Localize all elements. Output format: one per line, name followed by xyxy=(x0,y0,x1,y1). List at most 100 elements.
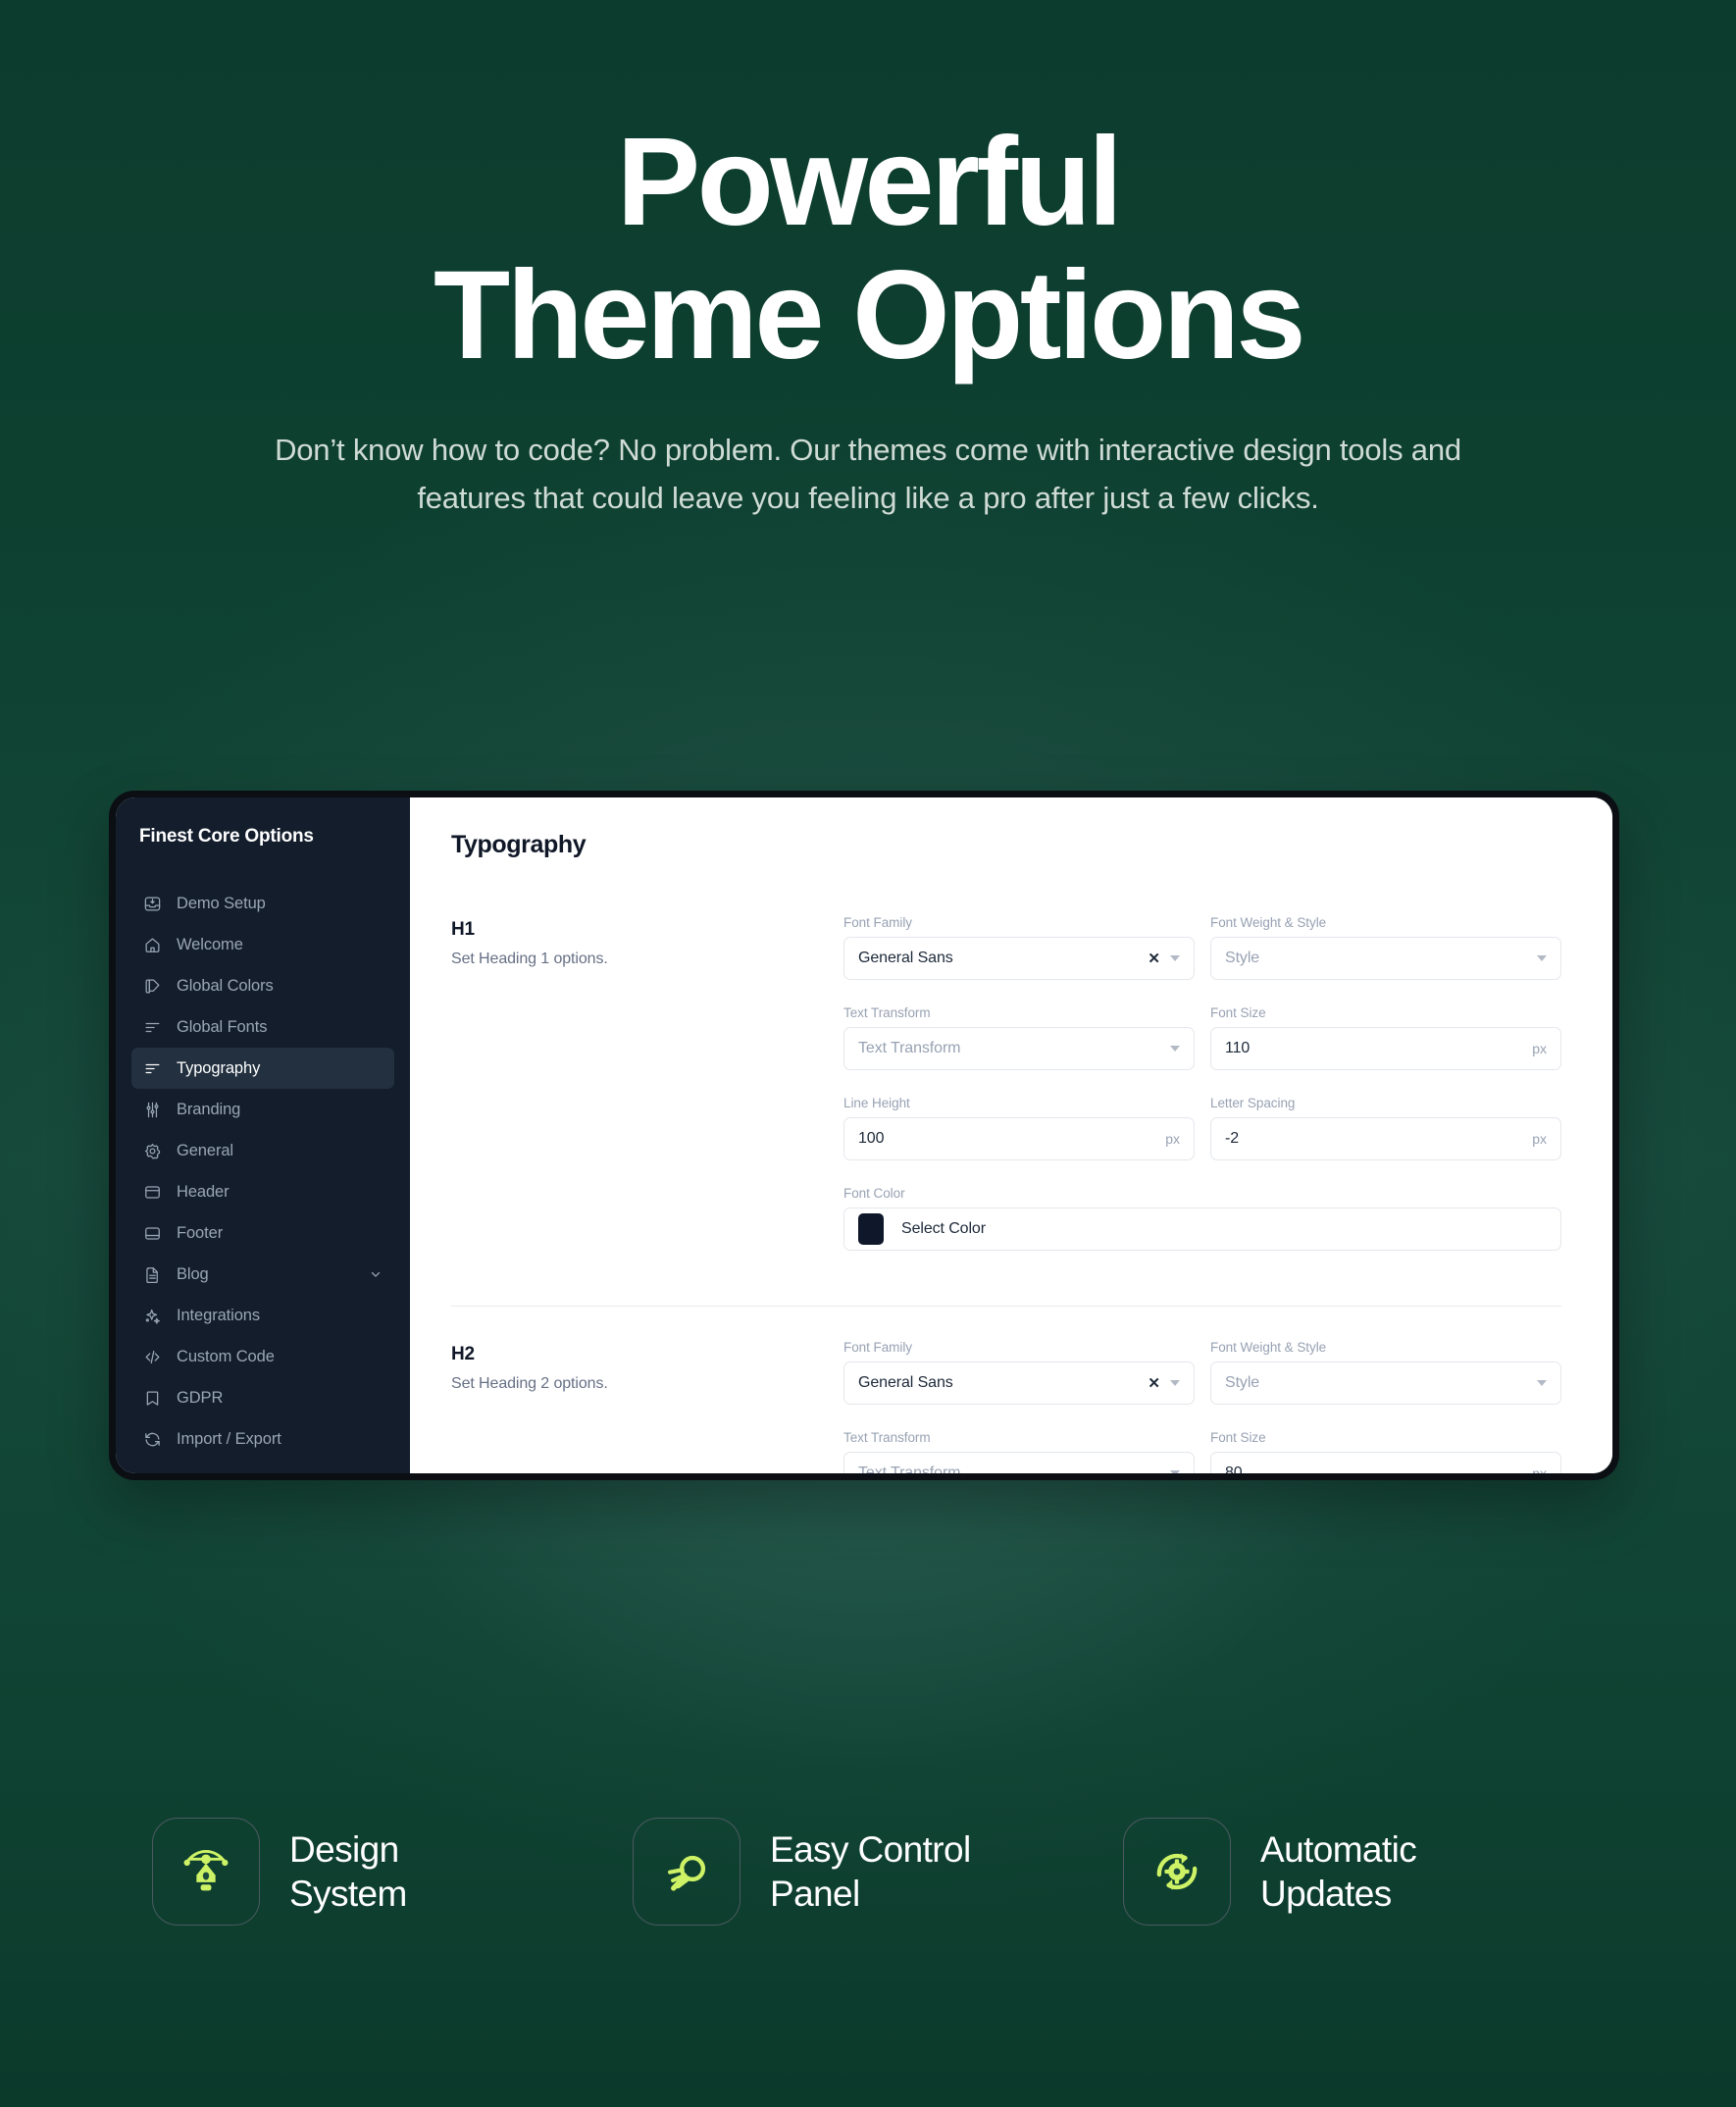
font-size-input[interactable]: 80 px xyxy=(1210,1452,1561,1473)
panel-title: Typography xyxy=(451,831,587,858)
section-description: Set Heading 2 options. xyxy=(451,1375,608,1392)
refresh-icon xyxy=(143,1430,162,1449)
feature-easy-control-panel: Easy Control Panel xyxy=(633,1818,1123,1926)
text-transform-select[interactable]: Text Transform xyxy=(843,1452,1195,1473)
sidebar-item-label: Blog xyxy=(177,1264,209,1283)
chevron-down-icon[interactable] xyxy=(1170,1046,1180,1052)
sidebar: Finest Core Options Demo Setup Welcome Glo… xyxy=(116,797,410,1473)
sidebar-item-import-export[interactable]: Import / Export xyxy=(131,1418,394,1460)
home-icon xyxy=(143,936,162,954)
sidebar-item-typography[interactable]: Typography xyxy=(131,1048,394,1089)
field-placeholder: Style xyxy=(1225,1374,1260,1391)
sidebar-item-demo-setup[interactable]: Demo Setup xyxy=(131,883,394,924)
section-divider xyxy=(451,1306,1561,1307)
line-height-input[interactable]: 100 px xyxy=(843,1117,1195,1160)
chevron-down-icon[interactable] xyxy=(1170,1470,1180,1473)
section-info: H1 Set Heading 1 options. xyxy=(451,915,843,968)
page-title-line-1: Powerful xyxy=(616,112,1123,252)
feature-automatic-updates: Automatic Updates xyxy=(1123,1818,1584,1926)
field-label: Font Family xyxy=(843,1340,912,1355)
field-value: 80 xyxy=(1225,1465,1243,1473)
feature-design-system: Design System xyxy=(152,1818,633,1926)
control-knob-icon xyxy=(633,1818,740,1926)
color-swatch-icon xyxy=(143,977,162,996)
sidebar-item-label: Header xyxy=(177,1182,230,1201)
layout-bottom-icon xyxy=(143,1224,162,1243)
field-placeholder: Text Transform xyxy=(858,1040,961,1056)
app-window: Finest Core Options Demo Setup Welcome Glo… xyxy=(116,797,1612,1473)
bookmark-icon xyxy=(143,1389,162,1408)
sidebar-item-branding[interactable]: Branding xyxy=(131,1089,394,1130)
sparkles-icon xyxy=(143,1307,162,1325)
field-label: Font Size xyxy=(1210,1005,1266,1020)
font-weight-select[interactable]: Style xyxy=(1210,937,1561,980)
field-value: General Sans xyxy=(858,1374,953,1391)
field-letter-spacing: Letter Spacing -2 px xyxy=(1210,1096,1561,1160)
sidebar-item-header[interactable]: Header xyxy=(131,1171,394,1212)
chevron-down-icon[interactable] xyxy=(1537,1380,1547,1386)
chevron-down-icon[interactable] xyxy=(1170,955,1180,961)
field-label: Font Weight & Style xyxy=(1210,915,1327,930)
typography-section-h1: H1 Set Heading 1 options. Font Family Ge… xyxy=(451,915,1561,1276)
gear-refresh-icon xyxy=(1123,1818,1231,1926)
feature-label: Easy Control Panel xyxy=(770,1828,971,1914)
field-value: General Sans xyxy=(858,950,953,966)
sidebar-item-custom-code[interactable]: Custom Code xyxy=(131,1336,394,1377)
field-font-size: Font Size 80 px xyxy=(1210,1430,1561,1473)
pen-tool-icon xyxy=(152,1818,260,1926)
layout-top-icon xyxy=(143,1183,162,1202)
sliders-icon xyxy=(143,1101,162,1119)
sidebar-nav: Demo Setup Welcome Global Colors Global Fon… xyxy=(116,883,410,1460)
clear-icon[interactable]: ✕ xyxy=(1148,1376,1170,1391)
text-transform-select[interactable]: Text Transform xyxy=(843,1027,1195,1070)
field-font-color: Font Color Select Color xyxy=(843,1186,1561,1251)
text-lines-icon xyxy=(143,1018,162,1037)
chevron-down-icon[interactable] xyxy=(369,1267,383,1281)
section-info: H2 Set Heading 2 options. xyxy=(451,1340,843,1393)
sidebar-title: Finest Core Options xyxy=(139,826,314,847)
sidebar-item-footer[interactable]: Footer xyxy=(131,1212,394,1254)
sidebar-item-label: Import / Export xyxy=(177,1429,281,1448)
download-inbox-icon xyxy=(143,895,162,913)
font-size-input[interactable]: 110 px xyxy=(1210,1027,1561,1070)
section-description: Set Heading 1 options. xyxy=(451,951,608,967)
field-unit: px xyxy=(1532,1041,1547,1056)
feature-label: Design System xyxy=(289,1828,407,1914)
sidebar-item-label: Branding xyxy=(177,1100,241,1118)
field-value: Select Color xyxy=(901,1220,986,1237)
sidebar-item-global-fonts[interactable]: Global Fonts xyxy=(131,1006,394,1048)
sidebar-item-blog[interactable]: Blog xyxy=(131,1254,394,1295)
font-family-select[interactable]: General Sans ✕ xyxy=(843,937,1195,980)
field-text-transform: Text Transform Text Transform xyxy=(843,1430,1195,1473)
sidebar-item-global-colors[interactable]: Global Colors xyxy=(131,965,394,1006)
field-label: Font Weight & Style xyxy=(1210,1340,1327,1355)
font-weight-select[interactable]: Style xyxy=(1210,1362,1561,1405)
field-value: -2 xyxy=(1225,1130,1240,1147)
color-swatch[interactable] xyxy=(858,1213,884,1245)
hero-section: Powerful Theme Options Don’t know how to… xyxy=(0,0,1736,523)
chevron-down-icon[interactable] xyxy=(1170,1380,1180,1386)
sidebar-item-label: Custom Code xyxy=(177,1347,275,1365)
app-screenshot-frame: Finest Core Options Demo Setup Welcome Glo… xyxy=(109,791,1619,1480)
font-family-select[interactable]: General Sans ✕ xyxy=(843,1362,1195,1405)
sidebar-item-label: Global Colors xyxy=(177,976,274,995)
font-color-picker[interactable]: Select Color xyxy=(843,1208,1561,1251)
sidebar-item-gdpr[interactable]: GDPR xyxy=(131,1377,394,1418)
field-placeholder: Style xyxy=(1225,950,1260,966)
sidebar-item-general[interactable]: General xyxy=(131,1130,394,1171)
feature-list: Design System Easy Control Panel Automat… xyxy=(0,1818,1736,1926)
page-title: Powerful Theme Options xyxy=(0,0,1736,382)
field-label: Letter Spacing xyxy=(1210,1096,1296,1110)
sidebar-item-integrations[interactable]: Integrations xyxy=(131,1295,394,1336)
sidebar-item-label: Footer xyxy=(177,1223,224,1242)
field-label: Font Color xyxy=(843,1186,905,1201)
sidebar-item-welcome[interactable]: Welcome xyxy=(131,924,394,965)
chevron-down-icon[interactable] xyxy=(1537,955,1547,961)
page-title-line-2: Theme Options xyxy=(433,244,1306,385)
letter-spacing-input[interactable]: -2 px xyxy=(1210,1117,1561,1160)
clear-icon[interactable]: ✕ xyxy=(1148,951,1170,966)
hero-subtitle: Don’t know how to code? No problem. Our … xyxy=(275,433,1461,516)
field-value: 110 xyxy=(1225,1040,1251,1056)
section-heading: H2 xyxy=(451,1344,475,1364)
field-label: Font Size xyxy=(1210,1430,1266,1445)
